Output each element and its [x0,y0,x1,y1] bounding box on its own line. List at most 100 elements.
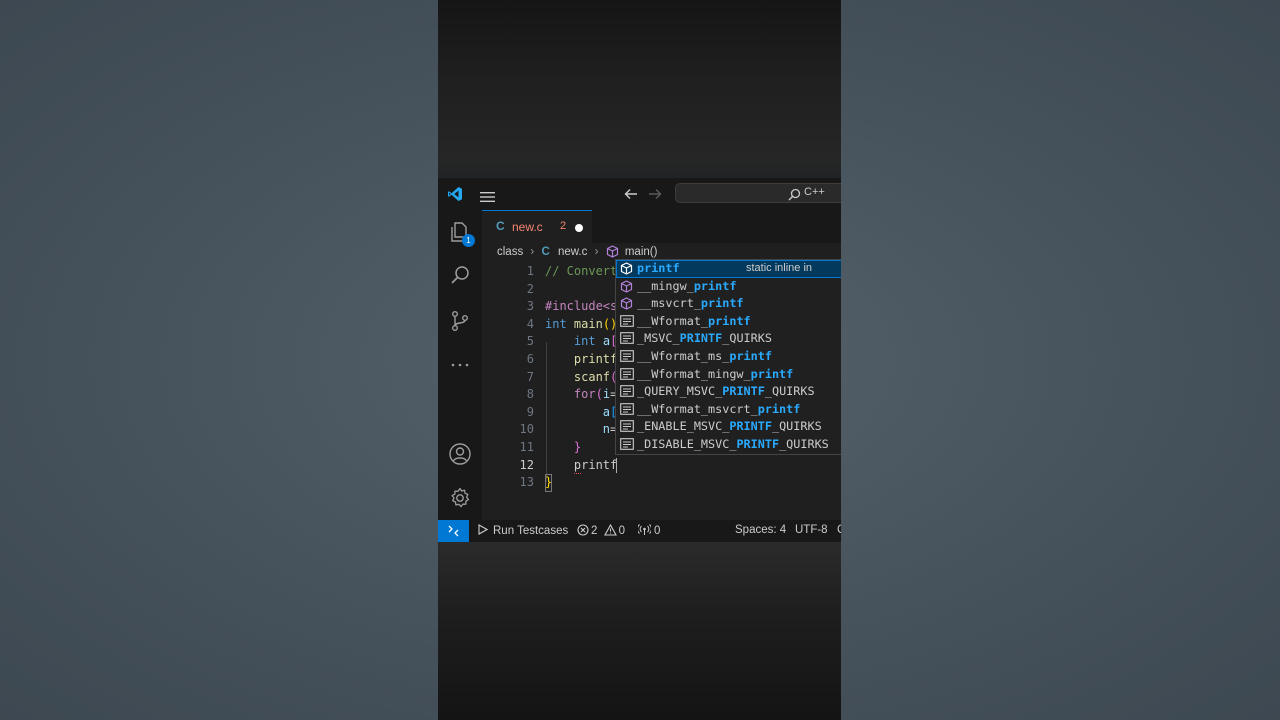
suggestion-item[interactable]: _DISABLE_MSVC_PRINTF_QUIRKS [616,436,841,454]
search-icon [788,186,801,205]
code-line-array: int a[ [573,334,618,349]
suggestion-detail: static inline in [746,262,813,274]
error-squiggle [574,470,581,474]
warning-icon [603,523,617,536]
text-snippet-icon [620,438,634,452]
line-number: 9 [526,404,534,419]
ports-count: 0 [654,525,661,537]
suggestion-prefix: _MSVC_ [637,331,680,346]
code-line-n: n= [602,422,618,437]
suggestion-prefix: __Wformat_msvcrt_ [637,401,758,416]
language-indicator[interactable]: C [837,524,841,536]
suggestion-match: printf [708,313,751,328]
chevron-right-icon: › [530,246,535,258]
code-line-for: for(i= [573,387,618,402]
suggestion-suffix: _QUIRKS [771,419,822,434]
method-cube-icon [606,245,622,259]
suggestion-item[interactable]: __Wformat_msvcrt_printf [616,401,841,419]
tab-bar: C new.c 2 [482,210,841,243]
suggestion-item[interactable]: __Wformat_printf [616,313,841,331]
suggestion-match: PRINTF [729,419,772,434]
suggestion-item[interactable]: __msvcrt_printf [616,295,841,313]
suggestion-prefix: _QUERY_MSVC_ [637,384,723,399]
line-number: 8 [526,387,534,402]
breadcrumb-folder[interactable]: class [497,246,523,258]
unsaved-dot-icon[interactable] [575,224,583,232]
run-testcases-label: Run Testcases [493,525,569,537]
suggestion-prefix: __mingw_ [637,278,694,293]
suggestion-suffix: _QUIRKS [722,331,772,346]
line-number: 3 [526,299,534,314]
encoding-indicator[interactable]: UTF-8 [795,524,828,536]
line-number: 7 [526,369,534,384]
code-line-main: int main() [545,316,618,331]
account-icon[interactable] [448,442,472,466]
suggestion-suffix: _QUIRKS [779,437,829,451]
breadcrumb-symbol[interactable]: main() [625,246,658,258]
vscode-window: C++ 1 C new.c 2 class › C new.c › main()… [438,178,841,542]
code-line-current: printf [545,457,618,472]
search-view-icon[interactable] [448,264,472,288]
phone-frame: C++ 1 C new.c 2 class › C new.c › main()… [438,0,841,720]
run-testcases-button[interactable]: Run Testcases [477,524,568,537]
remote-icon [448,525,459,537]
code-line-comment: // Convert [545,264,618,278]
tab-new-c[interactable]: C new.c 2 [482,210,592,243]
breadcrumb-file[interactable]: new.c [558,246,587,258]
line-number: 10 [519,422,534,437]
c-file-icon: C [496,219,505,233]
vscode-logo-icon [447,186,463,206]
hamburger-menu-icon[interactable] [480,188,495,207]
suggestion-prefix: __msvcrt_ [637,296,701,311]
method-cube-icon [620,297,634,311]
broadcast-icon [637,524,652,535]
forward-arrow-icon[interactable] [648,187,662,205]
suggestion-item[interactable]: __mingw_printf [616,278,841,296]
suggestion-item[interactable]: _MSVC_PRINTF_QUIRKS [616,330,841,348]
source-control-icon[interactable] [448,309,472,333]
activity-bar: 1 [438,210,482,520]
c-file-icon: C [541,246,550,258]
problems-indicator[interactable]: 2 0 [577,523,626,537]
suggestion-prefix: _ENABLE_MSVC_ [637,419,730,434]
suggestion-prefix: _DISABLE_MSVC_ [637,437,737,451]
text-snippet-icon [620,367,634,382]
chevron-right-icon: › [594,246,599,258]
code-line-assign: a[ [602,404,618,419]
suggestion-item[interactable]: __Wformat_mingw_printf [616,366,841,384]
code-line-include: #include<s [545,299,618,314]
line-number: 11 [519,440,534,454]
search-text: C++ [804,186,825,198]
line-number-active: 12 [519,457,534,472]
gear-icon[interactable] [448,486,472,510]
error-count: 2 [591,525,598,537]
play-icon [478,524,489,535]
text-cursor [616,458,617,473]
suggestion-match: printf [729,349,772,363]
line-number: 5 [526,334,534,349]
line-number: 2 [526,281,534,296]
indentation-indicator[interactable]: Spaces: 4 [735,524,786,536]
error-icon [577,524,589,536]
more-icon[interactable] [448,353,472,377]
text-snippet-icon [620,332,634,346]
explorer-icon[interactable]: 1 [448,220,475,247]
suggestion-item[interactable]: __Wformat_ms_printf [616,348,841,366]
back-arrow-icon[interactable] [624,187,638,205]
suggestion-item-selected[interactable]: printf static inline in [616,260,841,278]
ports-indicator[interactable]: 0 [637,524,661,537]
suggestion-match: PRINTF [679,331,723,346]
suggestion-match: printf [750,366,794,381]
title-bar: C++ [438,178,841,210]
suggestion-prefix: __Wformat_mingw_ [637,366,751,381]
method-cube-icon [620,279,634,294]
line-number: 4 [526,316,534,331]
suggestion-item[interactable]: _ENABLE_MSVC_PRINTF_QUIRKS [616,418,841,436]
code-line-scanf: scanf( [573,369,618,384]
warning-count: 0 [618,525,626,537]
text-snippet-icon [620,402,634,417]
remote-indicator[interactable] [438,520,469,542]
command-center-search[interactable]: C++ [675,183,841,203]
status-bar: Run Testcases 2 0 0 Spaces: 4 UTF-8 C [438,520,841,542]
suggestion-item[interactable]: _QUERY_MSVC_PRINTF_QUIRKS [616,383,841,401]
